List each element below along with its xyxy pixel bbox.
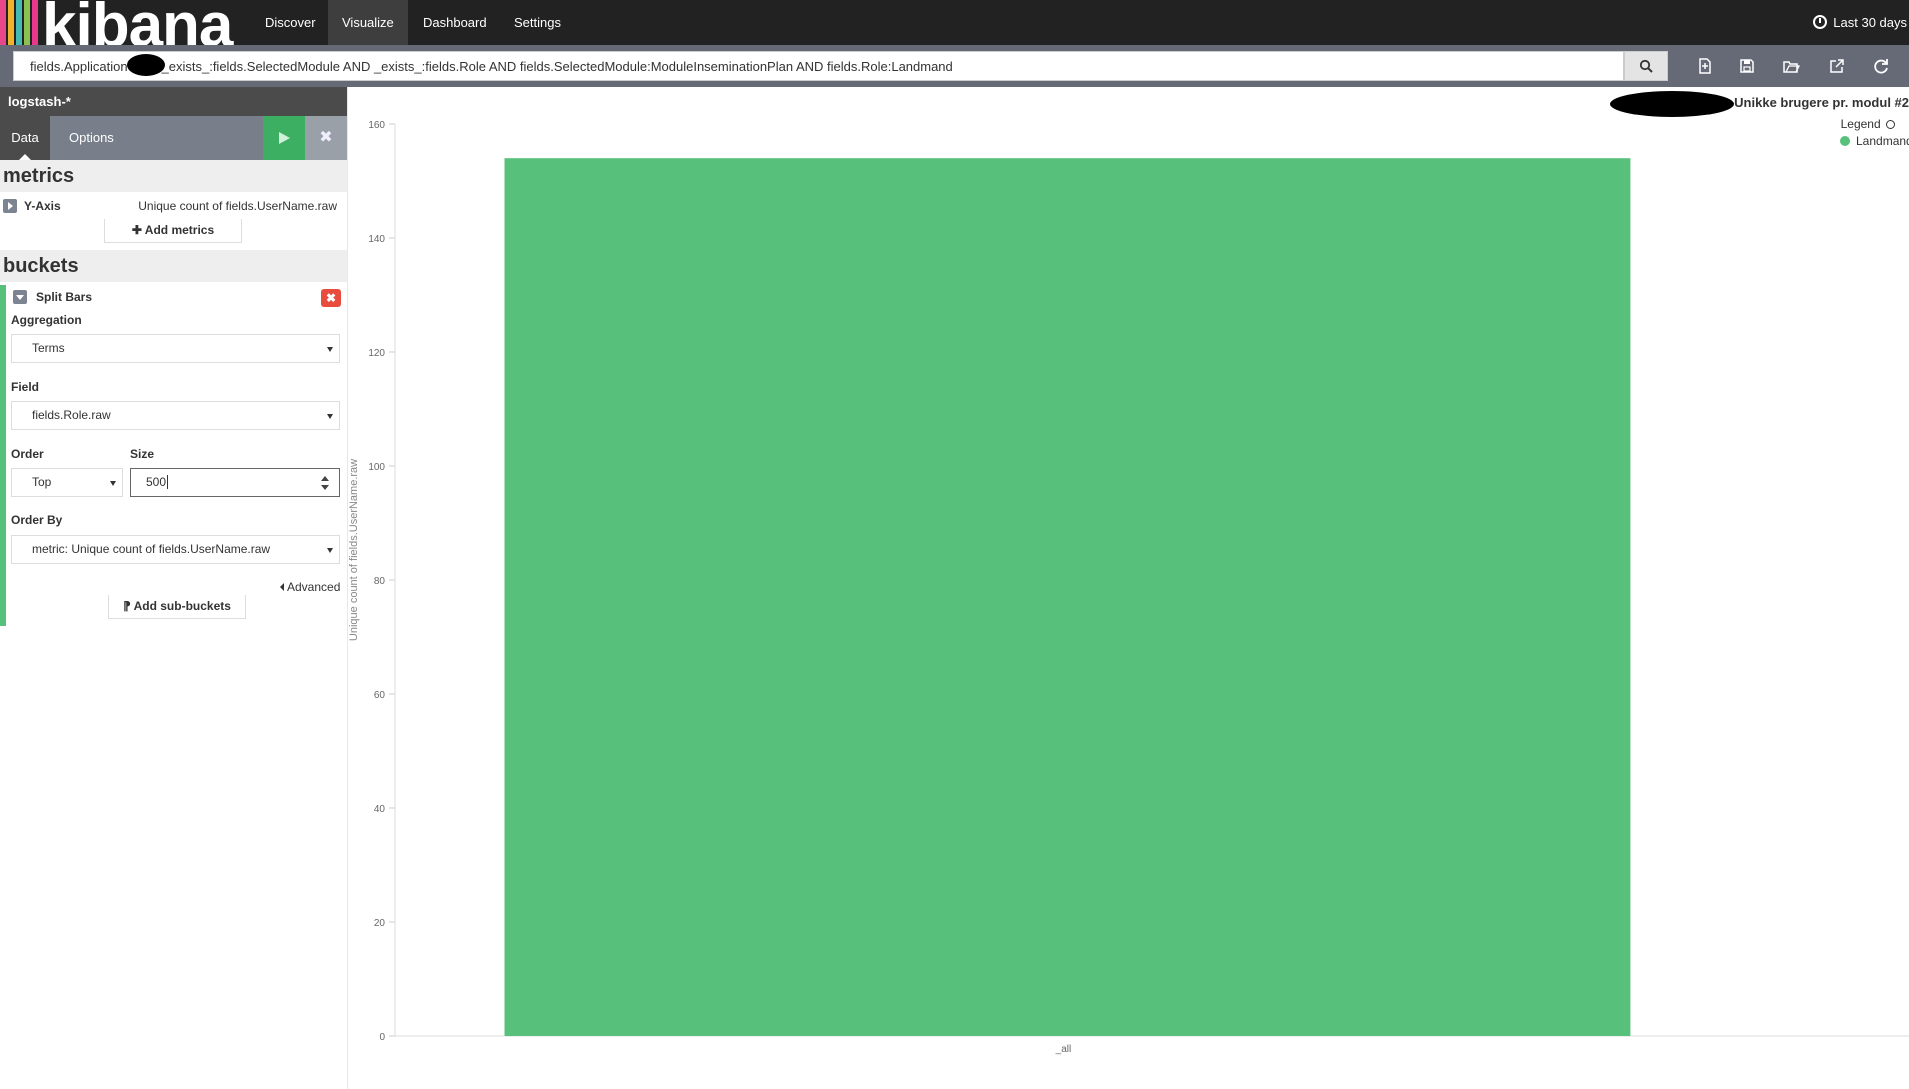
brand-name: kibana <box>42 0 233 45</box>
y-axis-description: Unique count of fields.UserName.raw <box>138 199 337 213</box>
aggregation-value: Terms <box>32 341 65 355</box>
buckets-heading: buckets <box>0 250 347 282</box>
y-tick-label: 140 <box>368 234 385 245</box>
remove-bucket-button[interactable]: ✖ <box>321 289 341 307</box>
kibana-logo[interactable]: kibana <box>0 0 236 45</box>
query-bar: fields.Application AND _exists_:fields.S… <box>0 45 1909 87</box>
legend-swatch <box>1840 136 1850 146</box>
chevron-down-icon <box>327 548 333 553</box>
y-tick-label: 80 <box>374 576 386 587</box>
bar-landmand <box>504 158 1631 1036</box>
nav-dashboard[interactable]: Dashboard <box>409 0 501 45</box>
split-bars-label: Split Bars <box>36 290 93 304</box>
search-icon <box>1639 59 1653 73</box>
legend-item-landmand[interactable]: Landmand <box>1840 134 1909 148</box>
order-by-value: metric: Unique count of fields.UserName.… <box>32 542 271 556</box>
index-pattern-label: logstash-* <box>0 87 347 116</box>
y-tick-label: 20 <box>374 918 386 929</box>
add-sub-buckets-label: Add sub-buckets <box>133 599 231 613</box>
add-metrics-button[interactable]: ✚ Add metrics <box>104 219 242 243</box>
size-value: 500 <box>146 475 167 489</box>
x-tick-label: _all <box>1055 1044 1072 1055</box>
redaction-mark <box>1610 91 1734 117</box>
aggregation-label: Aggregation <box>11 313 82 327</box>
order-by-select[interactable]: metric: Unique count of fields.UserName.… <box>11 535 340 564</box>
y-tick-label: 0 <box>379 1032 385 1043</box>
tab-options[interactable]: Options <box>69 116 114 160</box>
apply-changes-button[interactable] <box>263 116 305 160</box>
new-visualization-icon[interactable] <box>1696 57 1714 75</box>
field-value: fields.Role.raw <box>32 408 111 422</box>
search-query-input[interactable]: fields.Application AND _exists_:fields.S… <box>13 51 1624 81</box>
y-axis-metric-row[interactable]: Y-Axis Unique count of fields.UserName.r… <box>0 193 347 219</box>
discard-changes-button[interactable]: ✖ <box>305 116 347 160</box>
chevron-down-icon <box>327 414 333 419</box>
time-range-label: Last 30 days <box>1833 15 1907 30</box>
y-tick-label: 60 <box>374 690 386 701</box>
clock-icon <box>1813 15 1828 29</box>
open-icon[interactable] <box>1782 57 1800 75</box>
order-value: Top <box>32 475 52 489</box>
chevron-down-icon <box>327 347 333 352</box>
legend-toggle[interactable]: Legend <box>1841 117 1895 131</box>
time-picker[interactable]: Last 30 days <box>1813 0 1909 45</box>
legend-item-label: Landmand <box>1856 134 1909 148</box>
plus-icon: ✚ <box>131 223 145 237</box>
tab-data[interactable]: Data <box>0 116 50 160</box>
bucket-accent-rail <box>0 285 6 626</box>
visualization-title: Unikke brugere pr. modul #2 <box>1734 95 1909 110</box>
legend-toggle-icon <box>1886 120 1895 129</box>
y-tick-label: 40 <box>374 804 386 815</box>
y-tick-label: 100 <box>368 462 385 473</box>
nav-settings[interactable]: Settings <box>500 0 575 45</box>
search-button[interactable] <box>1624 51 1668 81</box>
field-label: Field <box>11 380 40 394</box>
editor-tabs: Data Options ✖ <box>0 116 347 160</box>
bar-chart: 0 20 40 60 80 100 120 140 160 Unique count of fie… <box>348 120 1909 1055</box>
expand-y-axis-button[interactable] <box>3 199 17 213</box>
aggregation-select[interactable]: Terms <box>11 334 340 363</box>
collapse-split-bars-button[interactable] <box>13 290 27 304</box>
save-icon[interactable] <box>1738 57 1756 75</box>
top-navigation: kibana Discover Visualize Dashboard Sett… <box>0 0 1909 45</box>
order-select[interactable]: Top <box>11 468 123 497</box>
sub-bucket-icon: ⁋ <box>123 599 134 613</box>
order-label: Order <box>11 447 44 461</box>
y-tick-label: 160 <box>368 120 385 131</box>
nav-visualize[interactable]: Visualize <box>328 0 408 45</box>
y-tick-label: 120 <box>368 348 385 359</box>
share-icon[interactable] <box>1828 57 1846 75</box>
refresh-icon[interactable] <box>1872 57 1890 75</box>
nav-discover[interactable]: Discover <box>251 0 330 45</box>
y-axis-title: Unique count of fields.UserName.raw <box>348 459 360 641</box>
field-select[interactable]: fields.Role.raw <box>11 401 340 430</box>
redaction-mark <box>127 54 165 76</box>
add-metrics-label: Add metrics <box>144 223 215 237</box>
legend-label: Legend <box>1840 117 1881 131</box>
y-axis-label: Y-Axis <box>24 199 61 213</box>
chevron-down-icon <box>110 481 116 486</box>
advanced-toggle[interactable]: Advanced <box>280 580 340 594</box>
stepper-icon[interactable] <box>321 476 329 490</box>
size-input[interactable]: 500 <box>130 468 340 497</box>
add-sub-buckets-button[interactable]: ⁋ Add sub-buckets <box>108 595 246 619</box>
order-by-label: Order By <box>11 513 63 527</box>
metrics-heading: metrics <box>0 160 347 192</box>
size-label: Size <box>130 447 155 461</box>
